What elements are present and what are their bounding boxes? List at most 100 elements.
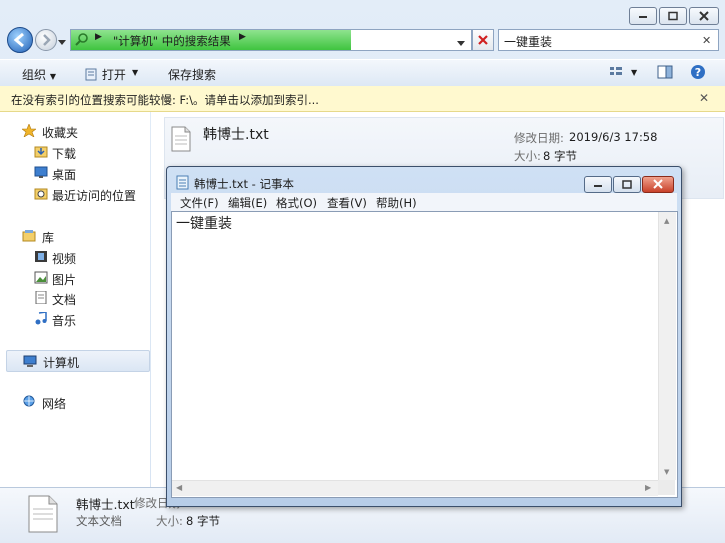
horizontal-scrollbar[interactable]: ◀ ▶ — [172, 480, 658, 496]
nav-documents[interactable]: 文档 — [52, 291, 76, 308]
search-folder-icon — [75, 32, 89, 49]
breadcrumb-separator-icon: ▶ — [239, 32, 246, 42]
search-input[interactable]: 一键重装 — [504, 33, 552, 50]
nav-network[interactable]: 网络 — [42, 395, 66, 412]
nav-music[interactable]: 音乐 — [52, 312, 76, 329]
menu-help[interactable]: 帮助(H) — [376, 195, 417, 211]
clear-search-icon[interactable]: ✕ — [702, 34, 711, 47]
details-type: 文本文档 — [76, 514, 122, 528]
result-modified-label: 修改日期: — [514, 131, 564, 145]
result-size-value: 8 字节 — [543, 149, 577, 163]
preview-pane-button[interactable] — [657, 65, 673, 82]
views-icon — [610, 67, 622, 75]
details-size-value: 8 字节 — [186, 514, 220, 528]
details-filename: 韩博士.txt — [76, 497, 135, 512]
chevron-down-icon — [58, 40, 66, 45]
notepad-minimize-button[interactable] — [584, 176, 612, 193]
arrow-right-icon — [43, 34, 51, 46]
desktop-icon — [34, 166, 48, 178]
nav-favorites[interactable]: 收藏夹 — [42, 124, 78, 141]
nav-videos[interactable]: 视频 — [52, 250, 76, 267]
libraries-icon — [22, 229, 36, 242]
menu-view[interactable]: 查看(V) — [327, 195, 367, 211]
nav-pictures[interactable]: 图片 — [52, 271, 76, 288]
save-search-button[interactable]: 保存搜索 — [168, 66, 216, 83]
nav-recent-places[interactable]: 最近访问的位置 — [52, 187, 136, 204]
history-dropdown[interactable] — [58, 35, 66, 49]
nav-computer-selected[interactable]: 计算机 — [6, 350, 150, 372]
maximize-icon — [668, 11, 678, 21]
view-options-button[interactable] — [609, 65, 623, 82]
notepad-content: 一键重装 — [176, 216, 232, 232]
address-bar[interactable]: ▶ "计算机" 中的搜索结果 ▶ — [70, 29, 472, 51]
result-filename: 韩博士.txt — [203, 127, 269, 143]
notepad-menubar: 文件(F) 编辑(E) 格式(O) 查看(V) 帮助(H) — [171, 193, 677, 211]
music-icon — [34, 311, 48, 325]
notepad-maximize-button[interactable] — [613, 176, 641, 193]
close-button[interactable] — [689, 7, 719, 25]
info-bar-text: 在没有索引的位置搜索可能较慢: F:\。请单击以添加到索引... — [11, 93, 319, 107]
organize-label: 组织 — [22, 68, 47, 82]
recent-places-icon — [34, 187, 48, 200]
close-icon — [653, 179, 663, 189]
stop-button[interactable] — [472, 29, 494, 51]
open-dropdown-icon[interactable]: ▼ — [132, 68, 138, 77]
nav-desktop[interactable]: 桌面 — [52, 166, 76, 183]
close-icon — [699, 11, 709, 21]
details-size-label: 大小: — [156, 514, 183, 528]
notepad-app-icon — [176, 175, 189, 193]
result-size-label: 大小: — [514, 149, 541, 163]
scrollbar-corner — [658, 480, 675, 495]
minimize-icon — [639, 16, 647, 18]
minimize-button[interactable] — [629, 7, 657, 25]
command-bar: 组织 ▼ 打开 ▼ 保存搜索 ▼ ? — [0, 59, 725, 87]
menu-format[interactable]: 格式(O) — [276, 195, 317, 211]
text-file-icon — [171, 126, 191, 155]
pictures-icon — [34, 271, 48, 284]
help-icon: ? — [691, 65, 705, 79]
organize-menu[interactable]: 组织 ▼ — [22, 66, 56, 83]
notepad-text-area[interactable]: 一键重装 ▲ ▼ ◀ ▶ — [171, 211, 678, 498]
scroll-left-icon[interactable]: ◀ — [176, 483, 182, 492]
menu-edit[interactable]: 编辑(E) — [228, 195, 267, 211]
nav-downloads[interactable]: 下载 — [52, 145, 76, 162]
vertical-scrollbar[interactable]: ▲ ▼ — [658, 212, 676, 480]
notepad-icon — [85, 68, 97, 81]
notepad-window: 韩博士.txt - 记事本 文件(F) 编辑(E) 格式(O) 查看(V) 帮助… — [166, 166, 682, 507]
help-button[interactable]: ? — [690, 64, 706, 83]
view-dropdown-icon[interactable]: ▼ — [631, 68, 637, 77]
address-dropdown[interactable] — [457, 36, 465, 50]
notepad-title: 韩博士.txt - 记事本 — [194, 177, 294, 191]
explorer-window: ▶ "计算机" 中的搜索结果 ▶ 一键重装 ✕ 组织 ▼ 打开 ▼ 保存搜索 ▼… — [0, 0, 725, 543]
back-button[interactable] — [7, 27, 33, 53]
maximize-icon — [622, 180, 632, 189]
network-icon — [22, 395, 36, 407]
breadcrumb-separator-icon: ▶ — [95, 32, 102, 42]
computer-icon — [23, 355, 37, 367]
maximize-button[interactable] — [659, 7, 687, 25]
breadcrumb-path[interactable]: "计算机" 中的搜索结果 — [113, 33, 231, 49]
video-icon — [34, 250, 48, 262]
chevron-down-icon — [457, 41, 465, 46]
open-menu[interactable]: 打开 — [84, 66, 126, 83]
downloads-folder-icon — [34, 145, 48, 158]
nav-computer: 计算机 — [43, 356, 80, 370]
open-label: 打开 — [101, 68, 126, 82]
scroll-down-icon[interactable]: ▼ — [664, 468, 669, 476]
arrow-left-icon — [13, 32, 24, 48]
nav-libraries[interactable]: 库 — [42, 229, 54, 246]
notepad-close-button[interactable] — [642, 176, 674, 193]
forward-button[interactable] — [35, 29, 57, 51]
index-info-bar[interactable]: 在没有索引的位置搜索可能较慢: F:\。请单击以添加到索引... ✕ — [0, 86, 725, 112]
documents-icon — [34, 290, 48, 305]
minimize-icon — [594, 185, 602, 187]
navigation-pane: 收藏夹 下载 桌面 最近访问的位置 库 视频 图片 文档 音乐 计算机 网络 — [0, 112, 150, 487]
scroll-up-icon[interactable]: ▲ — [664, 217, 669, 225]
scroll-right-icon[interactable]: ▶ — [645, 483, 651, 492]
menu-file[interactable]: 文件(F) — [180, 195, 219, 211]
stop-icon — [478, 35, 488, 45]
result-modified-value: 2019/6/3 17:58 — [569, 130, 658, 144]
close-infobar-icon[interactable]: ✕ — [699, 91, 709, 105]
chevron-down-icon: ▼ — [49, 72, 56, 81]
search-box[interactable]: 一键重装 ✕ — [498, 29, 719, 51]
